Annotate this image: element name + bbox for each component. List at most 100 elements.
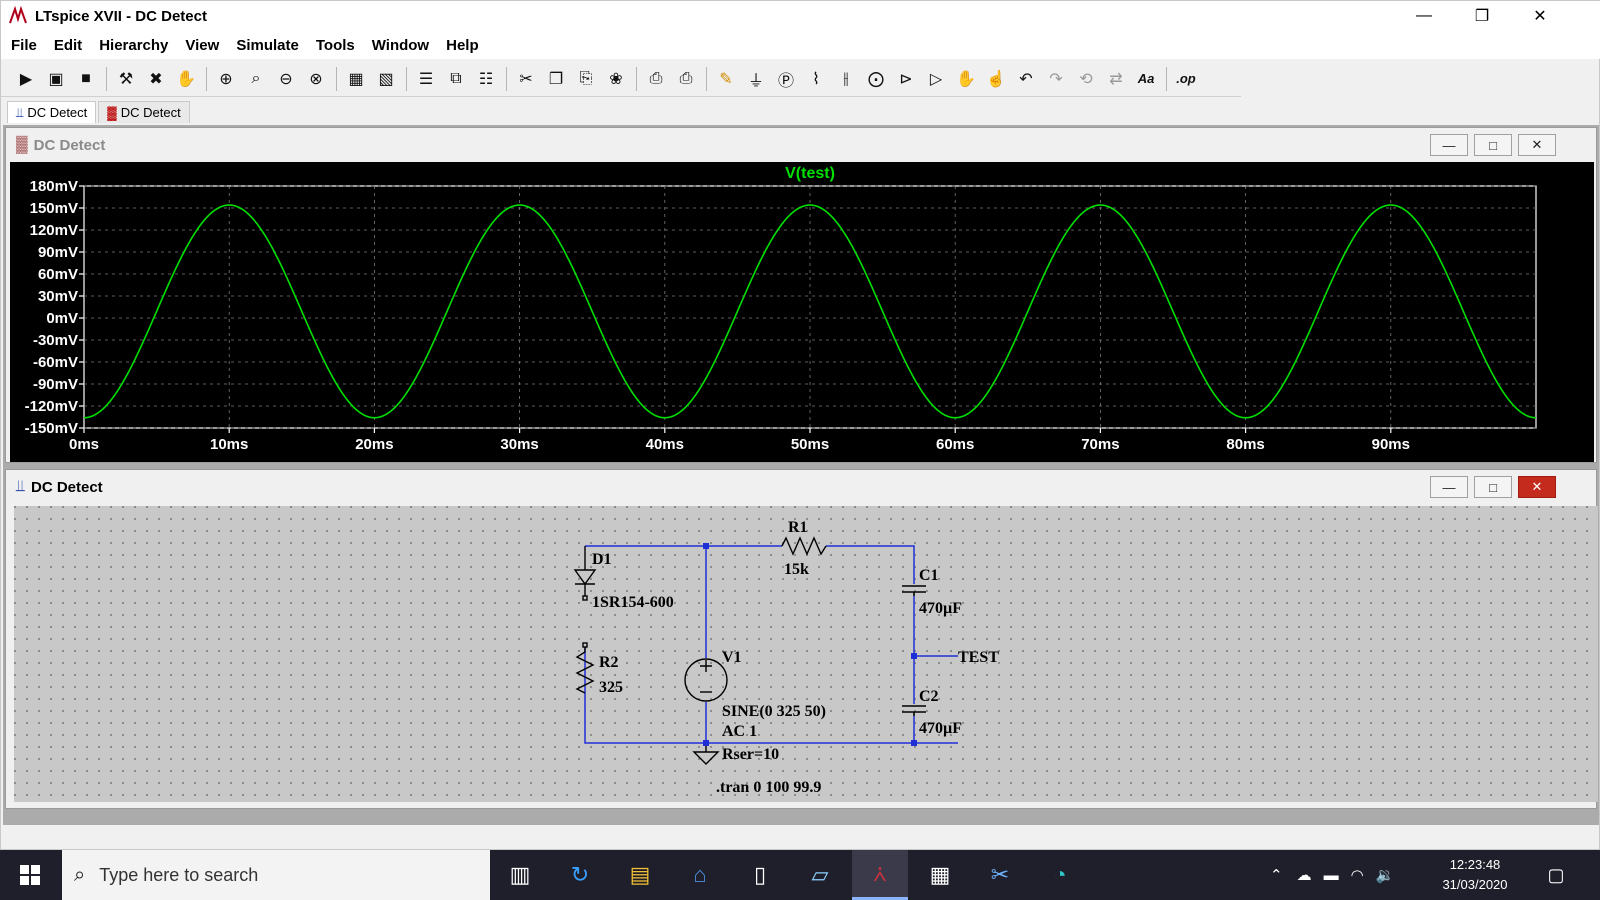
draw-wire-icon[interactable]: ✎ [713, 66, 739, 92]
ltspice-taskbar-icon[interactable]: ⩑ [852, 850, 908, 900]
restore-button[interactable]: ❐ [1453, 1, 1511, 31]
x-tick-label: 80ms [1226, 436, 1264, 453]
x-tick-label: 10ms [210, 436, 248, 453]
plot-window-title: DC Detect [33, 136, 106, 154]
menu-view[interactable]: View [185, 37, 219, 54]
tile-vertical-icon[interactable]: ☷ [473, 66, 499, 92]
scissors-app-icon[interactable]: ✂ [972, 850, 1028, 900]
autorange-icon[interactable]: ▦ [343, 66, 369, 92]
windows-logo-icon [20, 865, 40, 885]
system-tray: ⌃ ☁ ▬ ◠ 🔉 [1270, 850, 1394, 900]
ltspice-logo-icon [9, 5, 27, 24]
c1-name-label: C1 [919, 567, 939, 584]
system-clock[interactable]: 12:23:48 31/03/2020 [1430, 855, 1520, 895]
taskbar-search-box[interactable]: ⌕ Type here to search [62, 850, 490, 900]
y-tick-label: -90mV [33, 376, 78, 393]
document-app-icon[interactable]: ▯ [732, 850, 788, 900]
toolbar-separator [106, 66, 107, 91]
toolbar-separator [206, 66, 207, 91]
clock-time: 12:23:48 [1449, 857, 1501, 872]
paste-icon[interactable]: ⎘ [573, 66, 599, 92]
bank-app-icon[interactable]: ⌂ [672, 850, 728, 900]
drag-icon[interactable]: ☝ [983, 66, 1009, 92]
label-net-icon[interactable]: Ⓟ [773, 66, 799, 92]
plot-maximize-button[interactable]: □ [1474, 134, 1512, 156]
find-icon[interactable]: ❀ [603, 66, 629, 92]
toolbar: ▶ ▣ ■ ⚒ ✖ ✋ ⊕ ⌕ ⊖ ⊗ ▦ ▧ ☰ ⧉ ☷ ✂ ❐ ⎘ ❀ ⎙ ⎙ ✎ ⏚ Ⓟ ⌇ ⫲ ⨀ ⊳ ▷ ✋ ☝ ↶ ↷ ⟲ ⇄ Aa .op [1, 61, 1241, 97]
tab-schematic[interactable]: ⫫ DC Detect [7, 101, 97, 123]
resistor-icon[interactable]: ⌇ [803, 66, 829, 92]
schematic-canvas[interactable]: D1 1SR154-600 R1 15k R2 325 C1 470µF C2 … [14, 506, 1598, 802]
zoom-out-icon[interactable]: ⊖ [273, 66, 299, 92]
zoom-fit-icon[interactable]: ⌕ [243, 66, 269, 92]
menu-help[interactable]: Help [446, 37, 479, 54]
menu-tools[interactable]: Tools [316, 37, 355, 54]
delete-plot-icon[interactable]: ▧ [373, 66, 399, 92]
plot-close-button[interactable]: ✕ [1518, 134, 1556, 156]
volume-icon[interactable]: 🔉 [1376, 866, 1395, 884]
toolbar-separator [706, 66, 707, 91]
menu-simulate[interactable]: Simulate [236, 37, 299, 54]
start-button[interactable] [2, 850, 58, 900]
halt-icon[interactable]: ✖ [143, 66, 169, 92]
battery-icon[interactable]: ▬ [1324, 867, 1339, 884]
chevron-up-icon[interactable]: ⌃ [1270, 866, 1283, 884]
edge-browser-icon[interactable]: ◔ [1032, 850, 1088, 900]
print-icon[interactable]: ⎙ [673, 66, 699, 92]
ltspice-window: LTspice XVII - DC Detect — ❐ ✕ File Edit… [0, 0, 1600, 850]
run-icon[interactable]: ▶ [13, 66, 39, 92]
pan-hand-icon[interactable]: ✋ [173, 66, 199, 92]
control-panel-icon[interactable]: ⚒ [113, 66, 139, 92]
calculator-icon[interactable]: ▦ [912, 850, 968, 900]
menu-file[interactable]: File [11, 37, 37, 54]
print-setup-icon[interactable]: ⎙ [643, 66, 669, 92]
mirror-icon[interactable]: ⇄ [1103, 66, 1129, 92]
plot-trace-title: V(test) [785, 165, 835, 182]
c2-value-label: 470µF [919, 720, 962, 737]
toolbar-separator [406, 66, 407, 91]
cut-icon[interactable]: ✂ [513, 66, 539, 92]
undo-icon[interactable]: ↶ [1013, 66, 1039, 92]
plot-minimize-button[interactable]: — [1430, 134, 1468, 156]
schematic-minimize-button[interactable]: — [1430, 476, 1468, 498]
zoom-in-icon[interactable]: ⊕ [213, 66, 239, 92]
ground-icon[interactable]: ⏚ [743, 66, 769, 92]
move-icon[interactable]: ✋ [953, 66, 979, 92]
cloud-icon[interactable]: ☁ [1297, 866, 1312, 884]
menu-hierarchy[interactable]: Hierarchy [99, 37, 168, 54]
copy-icon[interactable]: ❐ [543, 66, 569, 92]
sync-app-icon[interactable]: ↻ [552, 850, 608, 900]
spice-directive[interactable]: .tran 0 100 99.9 [716, 779, 821, 796]
tile-horizontal-icon[interactable]: ☰ [413, 66, 439, 92]
cascade-icon[interactable]: ⧉ [443, 66, 469, 92]
file-explorer-icon[interactable]: ▤ [612, 850, 668, 900]
schematic-close-button[interactable]: ✕ [1518, 476, 1556, 498]
notifications-icon[interactable]: ▢ [1528, 850, 1584, 900]
task-view-icon[interactable]: ▥ [492, 850, 548, 900]
open-icon[interactable]: ▣ [43, 66, 69, 92]
diode-icon[interactable]: ⊳ [893, 66, 919, 92]
tab-label: DC Detect [27, 105, 88, 120]
net-label-test[interactable]: TEST [958, 649, 999, 666]
waveform-plot[interactable]: 180mV 150mV 120mV 90mV 60mV 30mV 0mV -30mV -60mV… [10, 162, 1594, 462]
wifi-icon[interactable]: ◠ [1351, 866, 1364, 884]
menu-window[interactable]: Window [372, 37, 429, 54]
text-icon[interactable]: Aa [1133, 66, 1159, 92]
tab-waveform[interactable]: ▓ DC Detect [98, 101, 190, 123]
minimize-button[interactable]: — [1395, 1, 1453, 31]
redo-icon[interactable]: ↷ [1043, 66, 1069, 92]
inductor-icon[interactable]: ⨀ [863, 66, 889, 92]
menu-edit[interactable]: Edit [54, 37, 82, 54]
y-tick-label: -150mV [25, 420, 78, 437]
schematic-maximize-button[interactable]: □ [1474, 476, 1512, 498]
y-tick-label: 0mV [46, 310, 78, 327]
zoom-cancel-icon[interactable]: ⊗ [303, 66, 329, 92]
close-button[interactable]: ✕ [1511, 1, 1569, 31]
component-icon[interactable]: ▷ [923, 66, 949, 92]
schematic-icon: ⫫ [16, 478, 25, 495]
notepad-app-icon[interactable]: ▱ [792, 850, 848, 900]
rotate-icon[interactable]: ⟲ [1073, 66, 1099, 92]
save-icon[interactable]: ■ [73, 66, 99, 92]
capacitor-icon[interactable]: ⫲ [833, 66, 859, 92]
spice-directive-icon[interactable]: .op [1173, 66, 1199, 92]
